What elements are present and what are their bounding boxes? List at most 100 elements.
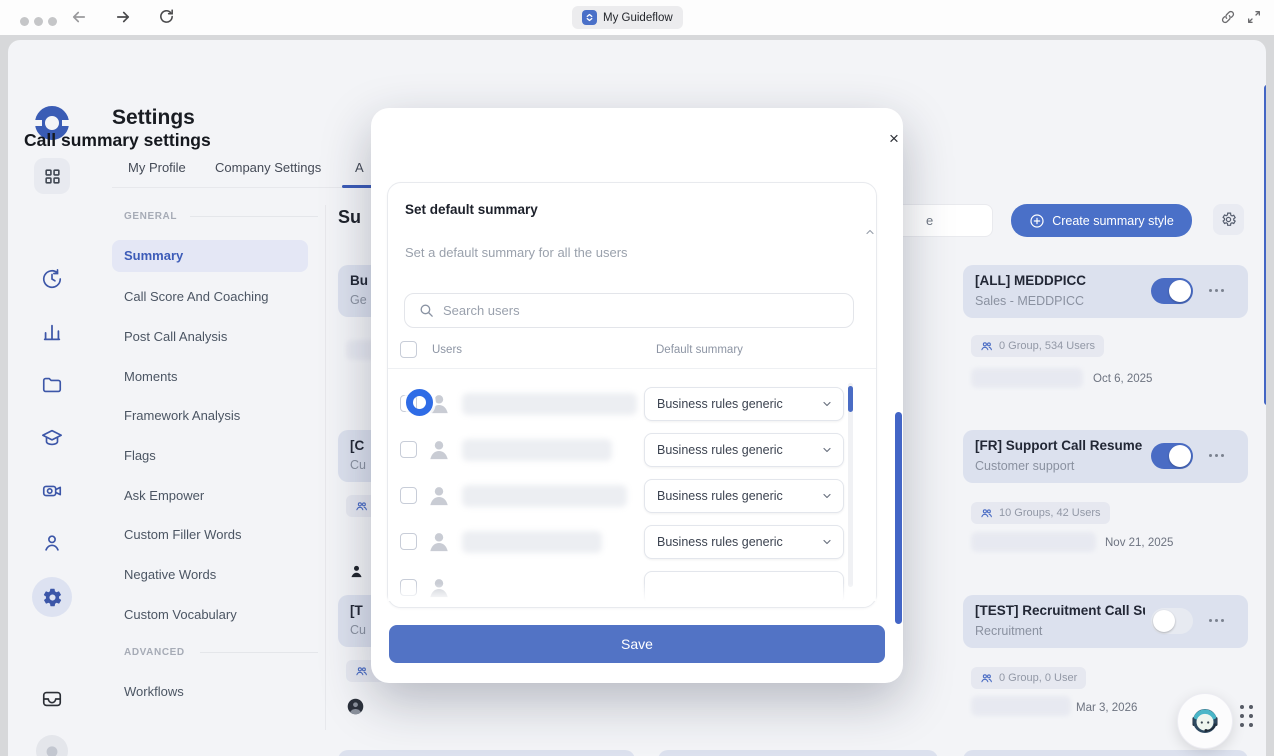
people-icon [355,665,368,678]
people-icon [980,340,993,353]
page-title: Settings [112,106,195,130]
author-avatar [347,698,364,720]
summary-card-meddpicc[interactable]: [ALL] MEDDPICC Sales - MEDDPICC [963,265,1248,318]
divider [200,652,318,653]
settings-gear-icon[interactable] [32,577,72,617]
divider [388,368,876,369]
history-icon[interactable] [41,268,63,290]
tab-my-profile[interactable]: My Profile [128,160,186,175]
user-row: Business rules generic [388,427,876,473]
tabs-divider [112,187,374,188]
redacted-text [971,532,1096,552]
click-cursor-indicator [406,389,433,416]
sidebar-item-workflows[interactable]: Workflows [124,684,184,699]
list-scrollbar-track[interactable] [848,383,853,587]
summary-card-fr-support[interactable]: [FR] Support Call Resume Customer suppor… [963,430,1248,483]
redacted-text [971,696,1071,716]
forward-icon[interactable] [114,8,132,26]
dropdown-value: Business rules generic [657,443,821,457]
camera-icon[interactable] [41,480,63,502]
section-title: Set default summary [405,202,538,217]
user-avatar[interactable] [36,735,68,756]
more-options-button[interactable] [1209,289,1224,292]
button-label: Save [621,636,653,652]
summary-search-input[interactable]: e [888,204,993,237]
drag-handle-dots[interactable] [1240,705,1253,727]
more-options-button[interactable] [1209,454,1224,457]
search-users-input[interactable] [443,295,843,326]
training-icon[interactable] [41,427,63,449]
card-title: [T [350,603,363,618]
folder-icon[interactable] [41,374,63,396]
expand-icon[interactable] [1246,9,1262,30]
default-summary-dropdown[interactable]: Business rules generic [644,387,844,421]
select-all-checkbox[interactable] [400,341,417,358]
save-button[interactable]: Save [389,625,885,663]
plus-circle-icon [1029,213,1045,229]
inbox-icon[interactable] [41,688,63,710]
card-title: [FR] Support Call Resume [975,438,1145,453]
chatbot-widget-button[interactable] [1177,693,1233,749]
sidebar-item-ask-empower[interactable]: Ask Empower [124,488,204,503]
create-summary-style-button[interactable]: Create summary style [1011,204,1192,237]
card-title: [ALL] MEDDPICC [975,273,1145,288]
tab-ai-settings-partial[interactable]: A [355,160,364,175]
contacts-icon[interactable] [41,532,63,554]
card-toggle[interactable] [1151,278,1193,304]
sidebar-item-negative-words[interactable]: Negative Words [124,567,216,582]
sidebar-item-moments[interactable]: Moments [124,369,177,384]
card-toggle[interactable] [1151,443,1193,469]
chevron-up-icon[interactable] [864,225,876,243]
sidebar-item-label: Summary [124,248,183,263]
refresh-icon[interactable] [158,8,175,26]
default-summary-dropdown[interactable]: Business rules generic [644,479,844,513]
user-checkbox[interactable] [400,487,417,504]
search-icon [418,302,435,324]
sidebar-item-flags[interactable]: Flags [124,448,156,463]
more-options-button[interactable] [1209,619,1224,622]
redacted-user-name [462,485,627,507]
browser-tab[interactable]: My Guideflow [572,6,683,29]
summary-card-amarjeet-test[interactable]: Amarjeet test [658,750,938,756]
close-icon[interactable]: × [884,129,904,149]
chip-label: 10 Groups, 42 Users [999,507,1101,519]
tab-company-settings[interactable]: Company Settings [215,160,321,175]
chip-label: 0 Group, 0 User [999,672,1077,684]
user-search-field[interactable] [404,293,854,328]
sidebar-item-custom-filler-words[interactable]: Custom Filler Words [124,527,242,542]
list-scrollbar-thumb[interactable] [848,386,853,412]
summary-card-test-recruitment[interactable]: [TEST] Recruitment Call Su... [338,750,635,756]
page-scrollbar[interactable] [1264,85,1266,405]
sidebar-item-custom-vocabulary[interactable]: Custom Vocabulary [124,607,237,622]
users-list: Business rules generic Business rules ge… [388,381,876,601]
analytics-icon[interactable] [41,321,63,343]
card-toggle[interactable] [1151,608,1193,634]
back-icon[interactable] [70,8,88,26]
apps-grid-icon[interactable] [34,158,70,194]
user-avatar [428,484,450,511]
summary-card-medium-length[interactable]: Medium-Length Recruitmen... [963,750,1248,756]
window-controls[interactable] [20,13,62,31]
share-link-icon[interactable] [1220,9,1236,30]
summary-settings-gear-icon[interactable] [1213,204,1244,235]
modal-scroll-indicator[interactable] [895,412,902,624]
chevron-down-icon [821,490,833,502]
card-date: Nov 21, 2025 [1105,537,1173,549]
card-subtitle: Customer support [975,459,1074,473]
user-checkbox[interactable] [400,533,417,550]
default-summary-dropdown[interactable]: Business rules generic [644,433,844,467]
author-icon [349,564,364,584]
default-summary-dropdown[interactable]: Business rules generic [644,525,844,559]
sidebar-item-call-score[interactable]: Call Score And Coaching [124,289,269,304]
card-title: Bu [350,273,368,288]
sidebar-item-summary[interactable]: Summary [112,240,308,272]
people-icon [980,507,993,520]
user-checkbox[interactable] [400,441,417,458]
card-date: Mar 3, 2026 [1076,702,1137,714]
tab-title: My Guideflow [603,12,673,24]
user-row: Business rules generic [388,473,876,519]
card-subtitle: Cu [350,458,366,472]
sidebar-item-post-call-analysis[interactable]: Post Call Analysis [124,329,227,344]
summary-card-recruitment[interactable]: [TEST] Recruitment Call Su... Recruitmen… [963,595,1248,648]
sidebar-item-framework-analysis[interactable]: Framework Analysis [124,408,240,423]
